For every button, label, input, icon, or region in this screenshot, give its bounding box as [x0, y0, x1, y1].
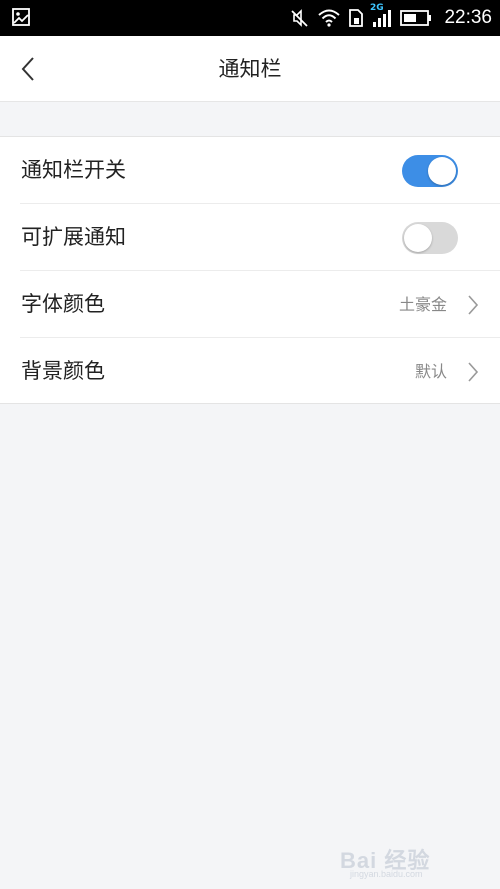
setting-label: 背景颜色 — [21, 359, 105, 383]
battery-icon — [400, 10, 432, 26]
setting-row-font-color[interactable]: 字体颜色 土豪金 — [0, 271, 500, 338]
notification-bar-toggle[interactable] — [402, 155, 458, 187]
image-icon — [12, 8, 30, 26]
sim-icon — [349, 9, 364, 27]
setting-row-notification-bar[interactable]: 通知栏开关 — [0, 137, 500, 204]
setting-row-expandable-notification[interactable]: 可扩展通知 — [0, 204, 500, 271]
status-bar: 2G 22:36 — [0, 0, 500, 36]
setting-label: 可扩展通知 — [21, 225, 126, 249]
header-divider — [0, 101, 500, 102]
chevron-right-icon — [468, 362, 479, 382]
watermark-url: jingyan.baidu.com — [350, 869, 423, 879]
toggle-knob — [428, 157, 456, 185]
toggle-knob — [404, 224, 432, 252]
settings-list: 通知栏开关 可扩展通知 字体颜色 土豪金 背景颜色 默认 — [0, 136, 500, 404]
background-color-value: 默认 — [414, 362, 447, 381]
status-time: 22:36 — [444, 7, 492, 28]
signal-icon — [373, 10, 392, 27]
chevron-right-icon — [468, 295, 479, 315]
font-color-value: 土豪金 — [398, 295, 447, 314]
setting-row-background-color[interactable]: 背景颜色 默认 — [0, 338, 500, 405]
expandable-notification-toggle[interactable] — [402, 222, 458, 254]
setting-label: 通知栏开关 — [21, 158, 126, 182]
mute-icon — [291, 9, 309, 27]
page-title: 通知栏 — [218, 57, 282, 81]
setting-label: 字体颜色 — [21, 292, 105, 316]
wifi-icon — [318, 9, 341, 27]
app-header: 通知栏 — [0, 36, 500, 102]
baidu-jingyan-watermark: Bai 经验 jingyan.baidu.com — [340, 837, 490, 881]
